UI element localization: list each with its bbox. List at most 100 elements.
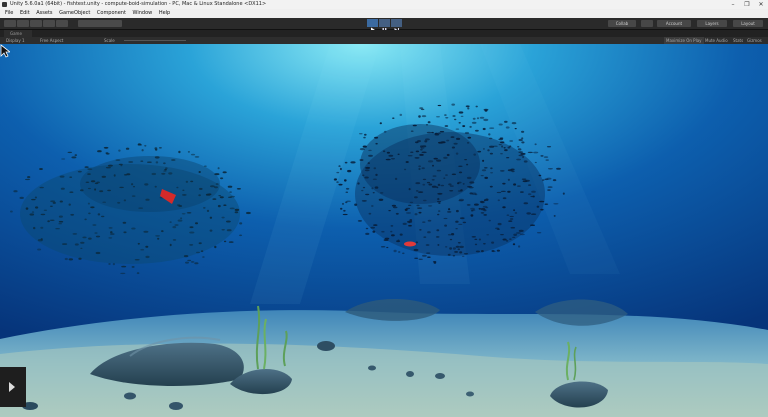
menu-file[interactable]: File xyxy=(5,10,13,16)
fish xyxy=(506,214,510,216)
fish xyxy=(423,236,427,238)
fish xyxy=(410,151,414,153)
fish xyxy=(85,181,90,183)
fish xyxy=(433,157,438,160)
fish xyxy=(437,244,440,246)
fish xyxy=(497,228,500,230)
fish xyxy=(556,167,561,170)
rotate-tool-icon[interactable] xyxy=(30,20,42,27)
fish xyxy=(443,156,448,159)
move-tool-icon[interactable] xyxy=(17,20,29,27)
stats-toggle[interactable]: Stats xyxy=(733,37,743,44)
fish xyxy=(438,210,441,212)
fish xyxy=(497,199,500,202)
menu-component[interactable]: Component xyxy=(97,10,126,16)
step-button[interactable] xyxy=(391,19,402,32)
fish xyxy=(462,183,465,185)
scale-slider[interactable] xyxy=(124,40,186,41)
scale-tool-icon[interactable] xyxy=(43,20,55,27)
menu-gameobject[interactable]: GameObject xyxy=(59,10,90,16)
fish xyxy=(520,233,525,236)
fish xyxy=(58,223,62,225)
fish xyxy=(553,203,559,205)
menu-edit[interactable]: Edit xyxy=(20,10,30,16)
mute-audio-toggle[interactable]: Mute Audio xyxy=(705,37,728,44)
fish xyxy=(204,165,207,167)
menu-assets[interactable]: Assets xyxy=(36,10,52,16)
fish xyxy=(532,195,535,198)
fish xyxy=(433,261,437,264)
fish xyxy=(208,193,212,196)
fish xyxy=(19,196,24,199)
fish xyxy=(437,213,440,216)
fish xyxy=(517,185,521,188)
fish xyxy=(217,167,220,170)
fish xyxy=(420,108,425,111)
hand-tool-icon[interactable] xyxy=(4,20,16,27)
video-play-button[interactable] xyxy=(0,367,26,407)
fish xyxy=(482,127,486,131)
fish xyxy=(141,149,144,152)
fish xyxy=(219,196,224,199)
gizmos-dropdown[interactable]: Gizmos xyxy=(747,37,762,44)
video-play-icon xyxy=(9,382,15,392)
fish xyxy=(229,191,233,194)
play-button[interactable] xyxy=(367,19,378,33)
fish xyxy=(145,198,150,201)
fish xyxy=(510,168,515,171)
fish xyxy=(469,181,475,184)
menu-help[interactable]: Help xyxy=(159,10,170,16)
fish xyxy=(447,211,452,213)
fish xyxy=(484,167,488,169)
fish xyxy=(409,201,414,204)
fish xyxy=(183,255,189,258)
fish xyxy=(78,257,82,260)
rect-tool-icon[interactable] xyxy=(56,20,68,27)
fish xyxy=(399,113,403,116)
fish xyxy=(108,227,113,229)
fish xyxy=(196,251,200,254)
fish xyxy=(407,220,413,223)
fish xyxy=(99,190,104,193)
maximize-on-play-toggle[interactable]: Maximize On Play xyxy=(664,37,704,44)
fish xyxy=(459,245,464,249)
fish xyxy=(414,157,420,159)
fish xyxy=(347,169,352,173)
fish xyxy=(406,207,410,210)
fish xyxy=(418,191,424,194)
fish xyxy=(31,198,36,201)
fish xyxy=(457,242,461,244)
fish xyxy=(500,153,503,155)
fish xyxy=(518,154,523,157)
fish xyxy=(447,253,451,256)
layers-dropdown[interactable]: Layers xyxy=(697,20,727,27)
game-view[interactable] xyxy=(0,44,768,417)
display-dropdown[interactable]: Display 1 xyxy=(6,37,25,44)
fish xyxy=(178,150,181,154)
minimize-button[interactable]: – xyxy=(726,0,740,9)
fish xyxy=(214,186,218,189)
pivot-toggle[interactable] xyxy=(78,20,122,27)
account-dropdown[interactable]: Account xyxy=(657,20,691,27)
fish xyxy=(436,229,440,232)
fish xyxy=(190,261,195,263)
fish xyxy=(74,243,79,246)
fish xyxy=(460,189,463,192)
pause-button[interactable] xyxy=(379,19,390,32)
fish xyxy=(350,161,356,164)
menu-window[interactable]: Window xyxy=(133,10,153,16)
fish xyxy=(169,243,172,247)
fish xyxy=(471,236,476,238)
maximize-button[interactable]: ❐ xyxy=(740,0,754,9)
collab-button[interactable]: Collab xyxy=(608,20,636,27)
fish xyxy=(80,247,83,249)
aspect-dropdown[interactable]: Free Aspect xyxy=(40,37,63,44)
fish xyxy=(365,166,371,169)
fish xyxy=(182,194,187,196)
close-button[interactable]: ✕ xyxy=(754,0,768,9)
layout-dropdown[interactable]: Layout xyxy=(733,20,763,27)
cloud-icon[interactable] xyxy=(641,20,653,27)
fish xyxy=(95,235,101,238)
fish xyxy=(368,149,372,152)
fish xyxy=(428,160,434,163)
